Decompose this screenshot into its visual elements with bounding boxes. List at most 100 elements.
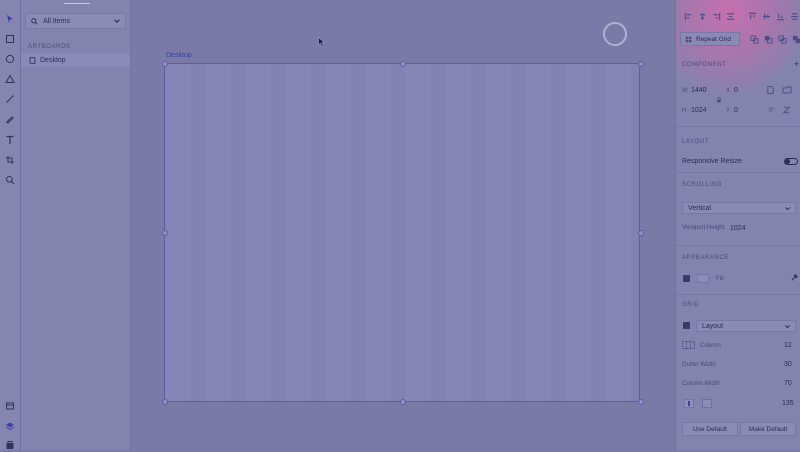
w-label: W bbox=[682, 88, 688, 94]
chevron-down-icon bbox=[784, 323, 791, 332]
eyedropper-icon[interactable] bbox=[790, 273, 799, 284]
boolean-exclude-icon[interactable] bbox=[792, 35, 800, 46]
resize-handle-top[interactable] bbox=[400, 61, 406, 67]
align-center-icon[interactable] bbox=[698, 12, 707, 23]
design-canvas[interactable]: Desktop bbox=[131, 0, 674, 450]
click-indicator-ring bbox=[603, 22, 627, 46]
repeat-grid-label: Repeat Grid bbox=[696, 35, 732, 43]
ellipse-tool-icon[interactable] bbox=[3, 52, 17, 66]
rotation-input[interactable]: 0° bbox=[769, 108, 775, 114]
search-icon bbox=[31, 17, 38, 25]
layers-search-value: All Items bbox=[43, 17, 70, 25]
align-bottom-icon[interactable] bbox=[776, 12, 785, 23]
divider bbox=[676, 172, 800, 173]
divider bbox=[676, 294, 800, 295]
make-default-button[interactable]: Make Default bbox=[740, 422, 796, 436]
boolean-subtract-icon[interactable] bbox=[764, 35, 773, 46]
responsive-resize-label: Responsive Resize bbox=[682, 158, 742, 165]
scrolling-heading: SCROLLING bbox=[682, 182, 723, 188]
layers-panel: All Items ARTBOARDS Desktop bbox=[21, 0, 131, 450]
scrolling-value: Vertical bbox=[688, 205, 711, 212]
artboard-tool-icon[interactable] bbox=[3, 153, 17, 167]
resize-handle-bottom[interactable] bbox=[400, 399, 406, 405]
distribute-vertical-icon[interactable] bbox=[790, 12, 799, 23]
tool-bar bbox=[0, 0, 21, 450]
linked-margins-icon[interactable] bbox=[684, 399, 694, 408]
appearance-heading: APPEARANCE bbox=[682, 255, 730, 261]
grid-heading: GRID bbox=[682, 302, 700, 308]
fill-checkbox[interactable] bbox=[683, 275, 690, 282]
column-width-label: Column Width bbox=[682, 381, 720, 387]
column-grid-icon bbox=[682, 341, 695, 351]
chevron-down-icon bbox=[784, 205, 791, 214]
responsive-resize-toggle[interactable] bbox=[784, 158, 798, 165]
columns-label: Column bbox=[700, 343, 721, 349]
artboard-title[interactable]: Desktop bbox=[166, 52, 192, 59]
flip-vertical-icon[interactable] bbox=[782, 85, 792, 97]
resize-handle-top-right[interactable] bbox=[638, 61, 644, 67]
fill-color-swatch[interactable] bbox=[697, 274, 709, 283]
scroll-indicator bbox=[64, 3, 90, 4]
flip-horizontal-icon[interactable] bbox=[766, 85, 775, 97]
line-tool-icon[interactable] bbox=[3, 92, 17, 106]
pen-tool-icon[interactable] bbox=[3, 112, 17, 126]
resize-handle-bottom-left[interactable] bbox=[162, 399, 168, 405]
chevron-down-icon bbox=[113, 17, 121, 27]
grid-type-value: Layout bbox=[702, 323, 724, 330]
mouse-cursor-icon bbox=[318, 36, 326, 49]
resize-handle-left[interactable] bbox=[162, 230, 168, 236]
gutter-width-label: Gutter Width bbox=[682, 362, 716, 368]
text-tool-icon[interactable] bbox=[3, 133, 17, 147]
lock-aspect-icon[interactable] bbox=[716, 97, 722, 105]
polygon-tool-icon[interactable] bbox=[3, 72, 17, 86]
height-input[interactable]: 1024 bbox=[691, 107, 707, 114]
artboard-desktop[interactable] bbox=[164, 63, 640, 402]
y-label: Y bbox=[726, 108, 731, 114]
y-input[interactable]: 0 bbox=[734, 107, 738, 114]
artboards-heading: ARTBOARDS bbox=[28, 44, 71, 50]
x-label: X bbox=[726, 88, 731, 94]
columns-input[interactable]: 12 bbox=[784, 342, 792, 349]
layout-heading: LAYOUT bbox=[682, 139, 710, 145]
grid-checkbox[interactable] bbox=[683, 322, 690, 329]
rotate-icon[interactable] bbox=[782, 105, 791, 117]
layer-item-desktop[interactable]: Desktop bbox=[21, 54, 130, 67]
gutter-width-input[interactable]: 30 bbox=[784, 361, 792, 368]
column-width-input[interactable]: 70 bbox=[784, 380, 792, 387]
x-input[interactable]: 0 bbox=[734, 87, 738, 94]
assets-panel-icon[interactable] bbox=[3, 399, 17, 413]
boolean-intersect-icon[interactable] bbox=[778, 35, 787, 46]
divider bbox=[676, 126, 800, 127]
boolean-add-icon[interactable] bbox=[750, 35, 759, 46]
use-default-button[interactable]: Use Default bbox=[682, 422, 738, 436]
width-input[interactable]: 1440 bbox=[691, 87, 707, 94]
divider bbox=[676, 245, 800, 246]
add-component-icon[interactable]: + bbox=[794, 59, 799, 69]
select-tool-icon[interactable] bbox=[3, 12, 17, 26]
h-label: H bbox=[682, 108, 687, 114]
viewport-height-label: Viewport Height bbox=[682, 225, 725, 231]
align-left-icon[interactable] bbox=[684, 12, 693, 23]
rectangle-tool-icon[interactable] bbox=[3, 32, 17, 46]
distribute-icon[interactable] bbox=[726, 12, 735, 23]
component-heading: COMPONENT bbox=[682, 62, 727, 68]
layers-panel-icon[interactable] bbox=[3, 419, 17, 433]
repeat-grid-button[interactable]: Repeat Grid bbox=[680, 32, 740, 46]
resize-handle-right[interactable] bbox=[638, 230, 644, 236]
align-top-icon[interactable] bbox=[748, 12, 757, 23]
grid-type-select[interactable]: Layout bbox=[696, 320, 796, 332]
artboard-icon bbox=[29, 57, 36, 64]
resize-handle-top-left[interactable] bbox=[162, 61, 168, 67]
zoom-tool-icon[interactable] bbox=[3, 173, 17, 187]
align-right-icon[interactable] bbox=[712, 12, 721, 23]
align-middle-icon[interactable] bbox=[762, 12, 771, 23]
repeat-grid-icon bbox=[685, 36, 692, 43]
margin-input[interactable]: 135 bbox=[782, 400, 794, 407]
viewport-height-input[interactable]: 1024 bbox=[730, 225, 746, 232]
unlinked-margins-icon[interactable] bbox=[702, 399, 712, 408]
property-inspector: Repeat Grid COMPONENT + W 1440 X 0 H 102… bbox=[675, 0, 800, 450]
scrolling-select[interactable]: Vertical bbox=[682, 202, 796, 214]
layer-item-label: Desktop bbox=[40, 57, 66, 64]
layers-search-dropdown[interactable]: All Items bbox=[25, 13, 126, 29]
resize-handle-bottom-right[interactable] bbox=[638, 399, 644, 405]
